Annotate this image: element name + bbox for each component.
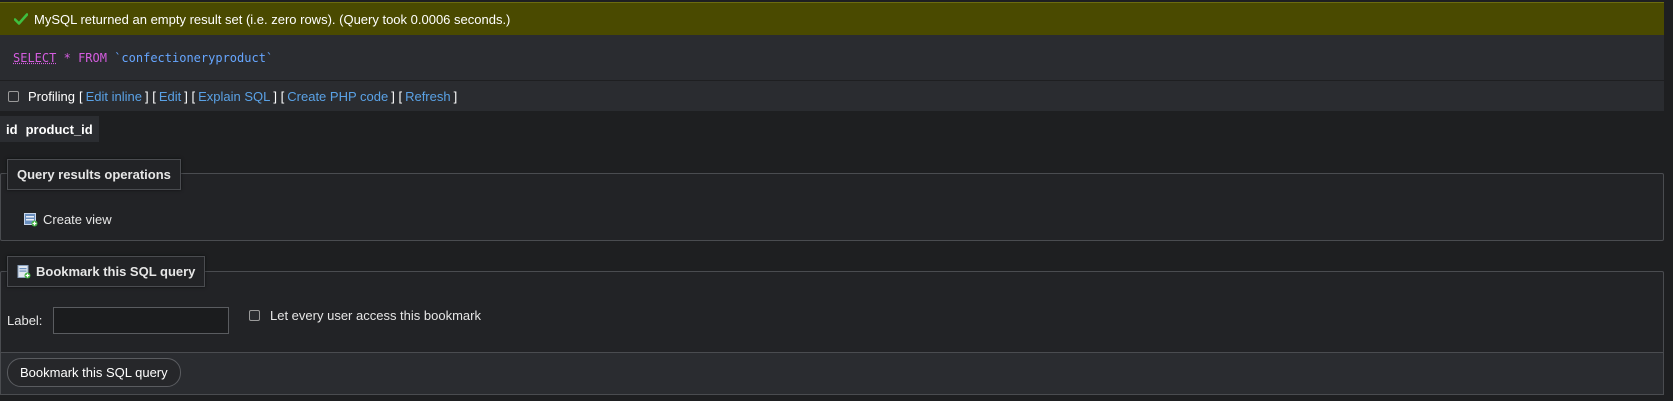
success-message-bar: MySQL returned an empty result set (i.e.… xyxy=(0,2,1664,35)
bracket: ] xyxy=(391,88,395,104)
bookmark-icon xyxy=(17,264,31,279)
bracket: ] xyxy=(273,88,278,104)
bookmark-label-row: Label: xyxy=(7,307,230,334)
profiling-checkbox[interactable] xyxy=(8,90,19,102)
bookmark-footer xyxy=(0,352,1664,395)
bracket: [ xyxy=(78,88,83,104)
bracket: [ xyxy=(398,88,403,104)
create-view-icon xyxy=(24,212,38,227)
share-bookmark-checkbox[interactable] xyxy=(249,310,260,321)
refresh-link[interactable]: Refresh xyxy=(405,89,451,104)
create-php-code-link[interactable]: Create PHP code xyxy=(287,89,388,104)
column-header-product-id[interactable]: product_id xyxy=(24,122,99,137)
bracket: [ xyxy=(191,88,196,104)
results-table-header: id product_id xyxy=(0,116,99,142)
column-header-id[interactable]: id xyxy=(0,122,24,137)
bookmark-label-input[interactable] xyxy=(53,307,230,334)
bracket: ] xyxy=(453,88,458,104)
bracket: [ xyxy=(280,88,285,104)
bookmark-label-text: Label: xyxy=(7,313,43,328)
bracket: ] xyxy=(184,88,188,104)
check-icon xyxy=(14,12,28,26)
share-bookmark-label[interactable]: Let every user access this bookmark xyxy=(270,308,481,323)
query-results-operations-legend: Query results operations xyxy=(7,159,181,190)
edit-link[interactable]: Edit xyxy=(159,89,181,104)
sql-keyword-from: FROM xyxy=(78,51,107,65)
sql-table-name: `confectioneryproduct` xyxy=(114,51,274,65)
edit-inline-link[interactable]: Edit inline xyxy=(86,89,142,104)
bracket: [ xyxy=(152,88,156,104)
bookmark-legend: Bookmark this SQL query xyxy=(7,256,206,287)
create-view-label: Create view xyxy=(43,212,112,227)
success-message-text: MySQL returned an empty result set (i.e.… xyxy=(34,11,511,27)
explain-sql-link[interactable]: Explain SQL xyxy=(198,89,270,104)
bookmark-legend-text: Bookmark this SQL query xyxy=(36,264,196,279)
sql-result-page: MySQL returned an empty result set (i.e.… xyxy=(0,0,1668,401)
sql-keyword-select[interactable]: SELECT xyxy=(13,51,56,65)
query-results-operations-fieldset xyxy=(0,173,1664,241)
profiling-label: Profiling xyxy=(28,88,75,104)
bracket: ] xyxy=(144,88,149,104)
bookmark-share-row: Let every user access this bookmark xyxy=(249,308,481,323)
query-toolbar: Profiling [ Edit inline ] [ Edit ] [ Exp… xyxy=(0,80,1664,111)
bookmark-submit-button[interactable]: Bookmark this SQL query xyxy=(7,358,181,387)
create-view-link[interactable]: Create view xyxy=(24,212,112,227)
sql-star: * xyxy=(63,51,71,65)
sql-query-display: SELECT * FROM `confectioneryproduct` xyxy=(0,35,1664,80)
